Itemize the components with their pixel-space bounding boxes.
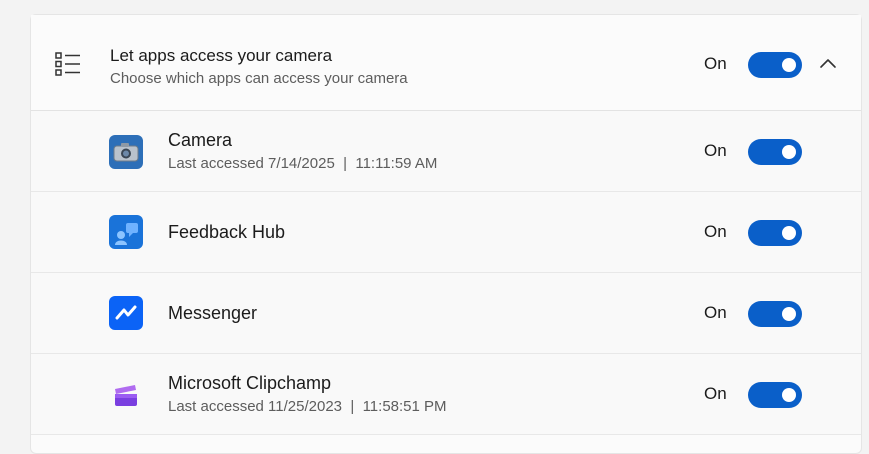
app-state-label: On xyxy=(704,303,727,322)
messenger-app-icon xyxy=(109,296,143,330)
app-text-clipchamp: Microsoft Clipchamp Last accessed 11/25/… xyxy=(168,372,447,417)
app-name: Camera xyxy=(168,130,233,150)
toggle-knob xyxy=(782,58,796,72)
app-row-clipchamp: Microsoft Clipchamp Last accessed 11/25/… xyxy=(31,354,861,435)
app-name: Feedback Hub xyxy=(168,222,286,242)
messenger-app-toggle[interactable] xyxy=(748,301,802,327)
chevron-up-icon[interactable] xyxy=(819,55,837,73)
camera-access-toggle[interactable] xyxy=(748,52,802,78)
app-text-feedback-hub: Feedback Hub xyxy=(168,221,285,243)
app-row-feedback-hub: Feedback Hub On xyxy=(31,192,861,273)
feedback-hub-app-icon xyxy=(109,215,143,249)
camera-app-toggle[interactable] xyxy=(748,139,802,165)
camera-permissions-panel: Let apps access your camera Choose which… xyxy=(30,14,862,454)
camera-access-header[interactable]: Let apps access your camera Choose which… xyxy=(31,15,861,111)
toggle-knob xyxy=(782,388,796,402)
toggle-knob xyxy=(782,307,796,321)
toggle-knob xyxy=(782,226,796,240)
app-state-label: On xyxy=(704,141,727,160)
header-title: Let apps access your camera xyxy=(110,46,333,65)
camera-app-icon xyxy=(109,135,143,169)
header-text: Let apps access your camera Choose which… xyxy=(110,45,408,89)
clipchamp-app-toggle[interactable] xyxy=(748,382,802,408)
app-text-camera: Camera Last accessed 7/14/2025 | 11:11:5… xyxy=(168,129,437,174)
app-name: Microsoft Clipchamp xyxy=(168,373,332,393)
app-state-label: On xyxy=(704,384,727,403)
app-state-label: On xyxy=(704,222,727,241)
feedback-hub-app-toggle[interactable] xyxy=(748,220,802,246)
app-row-camera: Camera Last accessed 7/14/2025 | 11:11:5… xyxy=(31,111,861,192)
app-last-accessed: Last accessed 11/25/2023 | 11:58:51 PM xyxy=(168,398,447,415)
app-last-accessed: Last accessed 7/14/2025 | 11:11:59 AM xyxy=(168,155,438,172)
header-subtitle: Choose which apps can access your camera xyxy=(110,70,408,87)
app-text-messenger: Messenger xyxy=(168,302,257,324)
app-row-messenger: Messenger On xyxy=(31,273,861,354)
clipchamp-app-icon xyxy=(109,378,143,412)
list-icon xyxy=(55,52,80,76)
toggle-knob xyxy=(782,145,796,159)
app-name: Messenger xyxy=(168,303,258,323)
header-state-label: On xyxy=(704,54,727,73)
